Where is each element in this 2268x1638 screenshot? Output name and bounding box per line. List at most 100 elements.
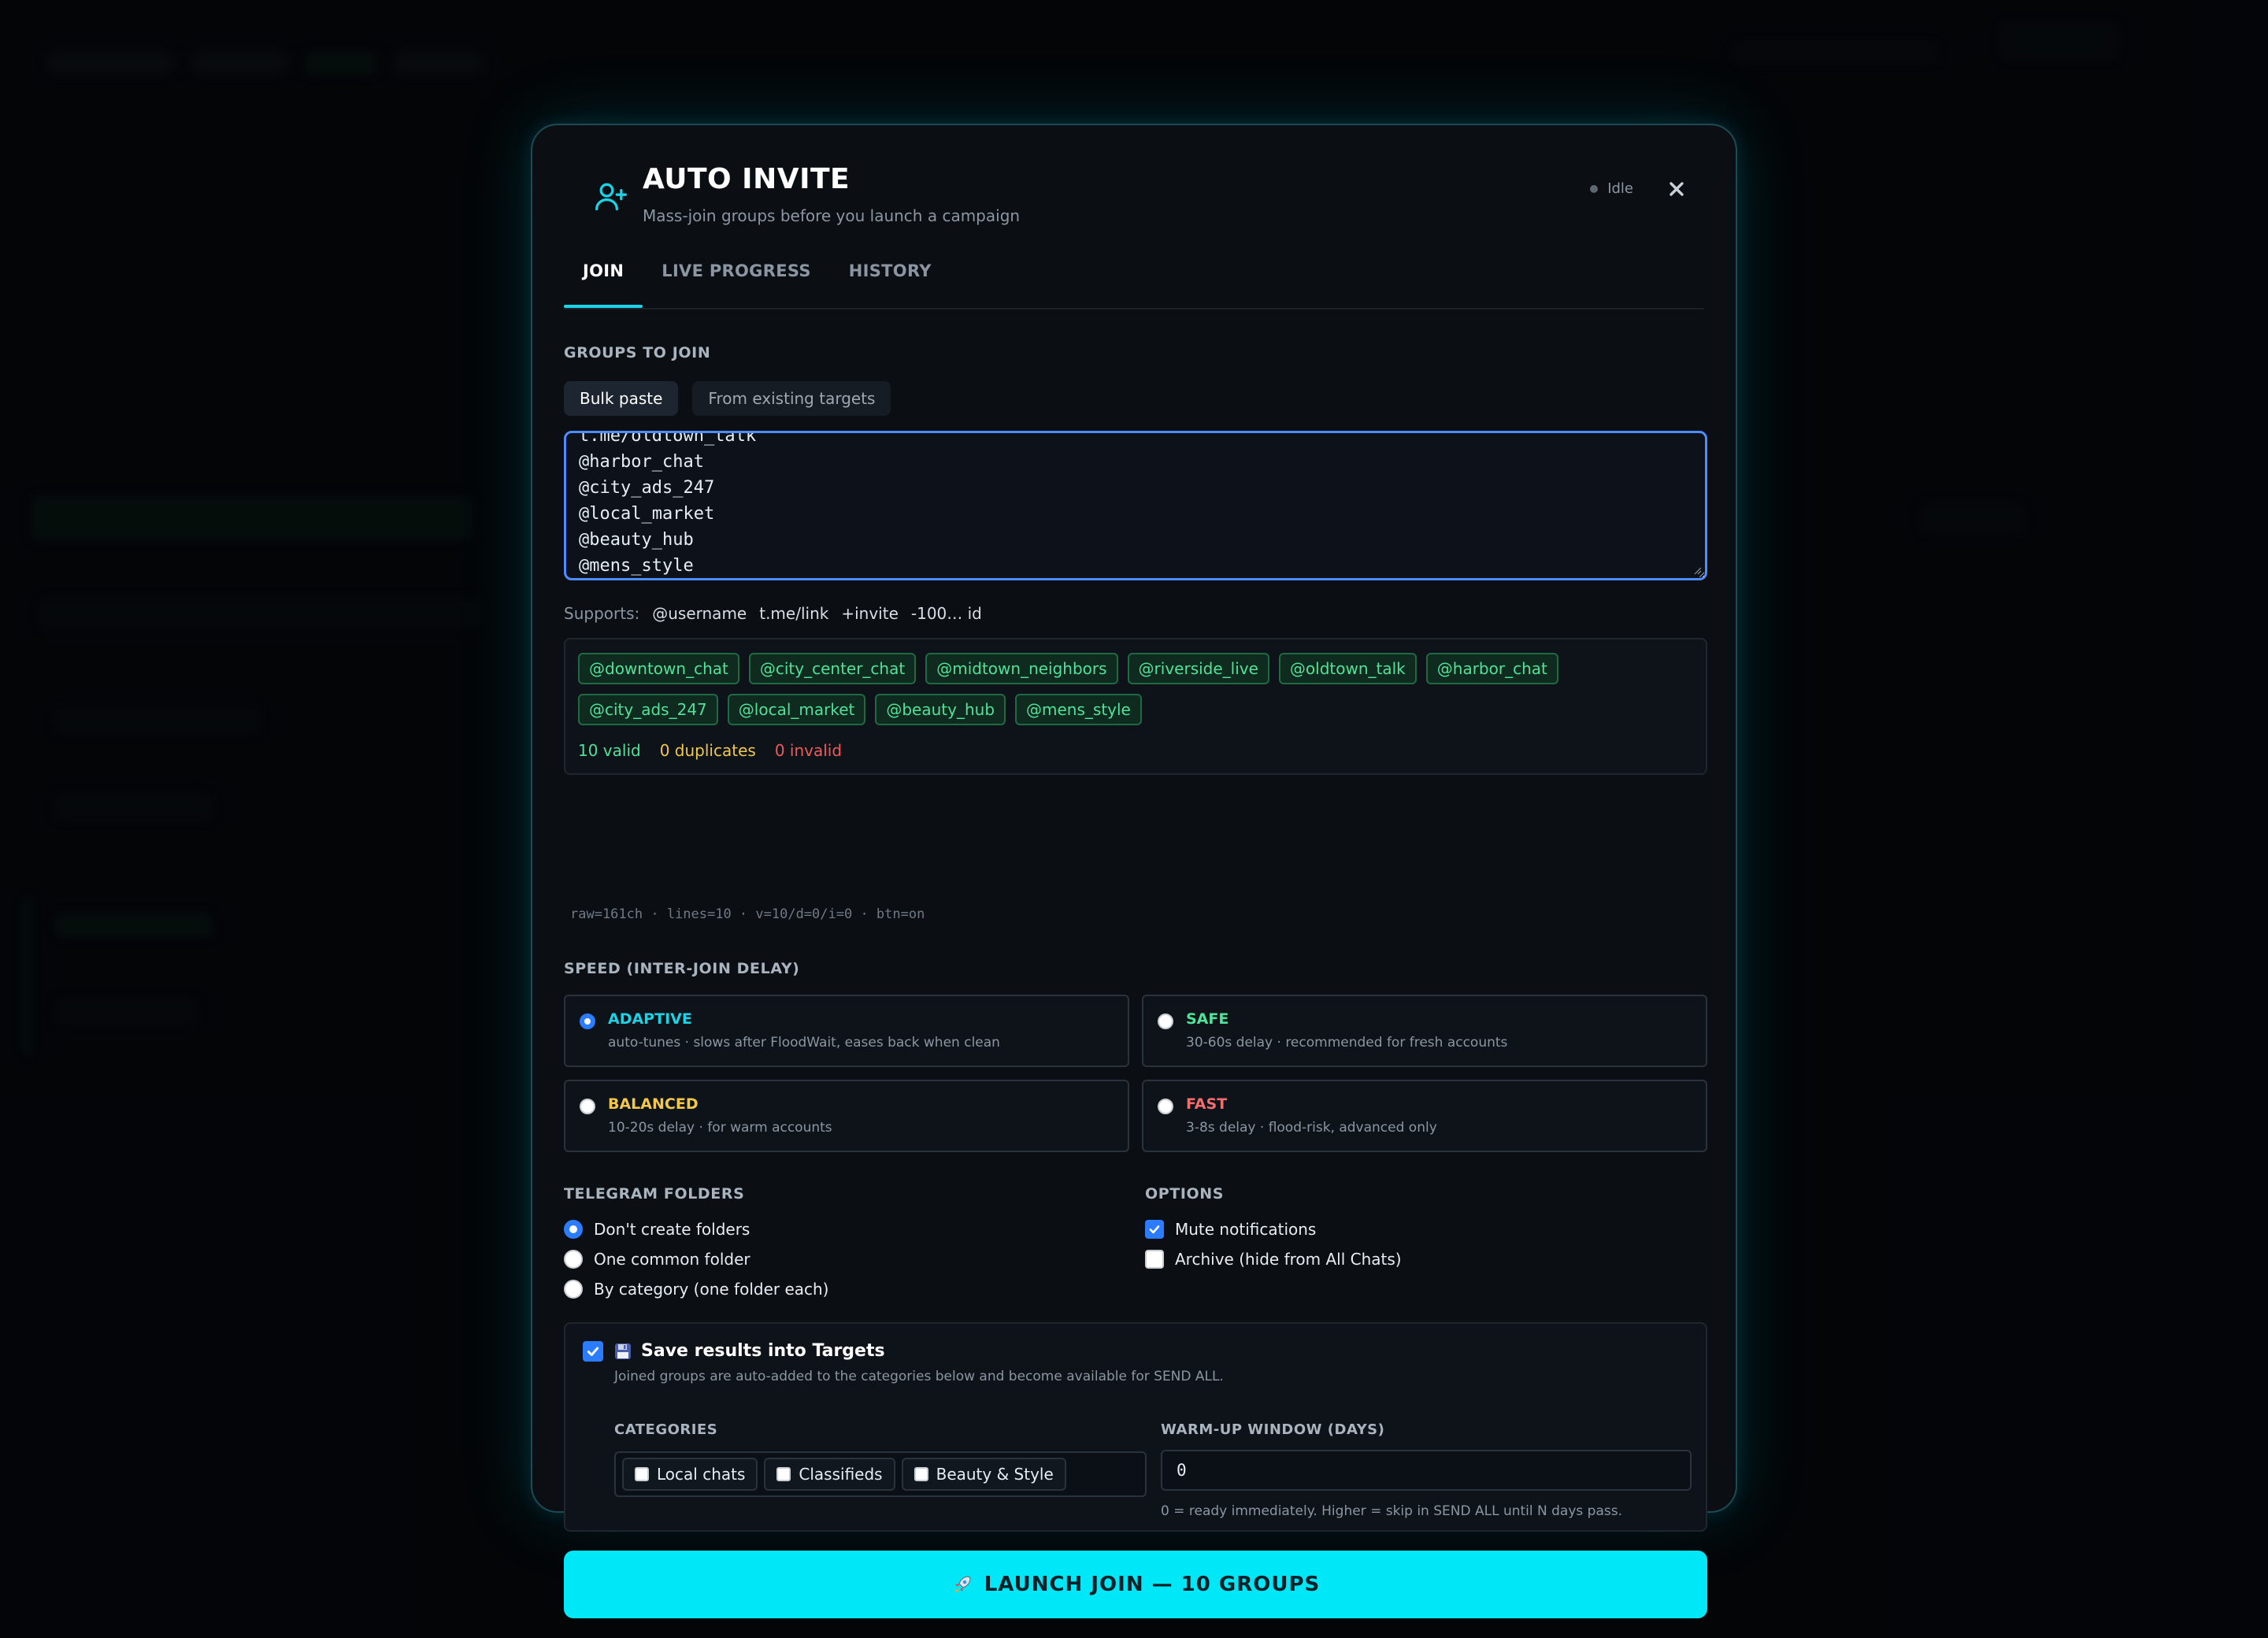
folder-radio[interactable] — [564, 1280, 583, 1299]
format-username: @username — [652, 604, 747, 623]
option-checkboxes: Mute notifications Archive (hide from Al… — [1145, 1220, 1402, 1269]
category-checkbox[interactable] — [914, 1467, 928, 1481]
floppy-disk-icon — [615, 1343, 631, 1359]
group-chip: @local_market — [727, 694, 866, 725]
categories-label: CATEGORIES — [614, 1421, 718, 1438]
speed-option-name: ADAPTIVE — [608, 1010, 692, 1028]
group-chip: @oldtown_talk — [1278, 653, 1417, 684]
category-classifieds[interactable]: Classifieds — [764, 1458, 895, 1491]
format-id: -100… id — [910, 604, 982, 623]
modal-title: AUTO INVITE — [643, 163, 850, 195]
speed-radio[interactable] — [1158, 1014, 1173, 1029]
category-label: Local chats — [657, 1465, 746, 1484]
auto-invite-modal: AUTO INVITE Mass-join groups before you … — [531, 124, 1737, 1618]
textarea-line: @harbor_chat — [579, 452, 704, 472]
speed-radio[interactable] — [580, 1099, 595, 1114]
textarea-line: t.me/oldtown_talk — [579, 431, 757, 446]
speed-option-desc: 30-60s delay · recommended for fresh acc… — [1186, 1035, 1508, 1051]
speed-section-label: SPEED (INTER-JOIN DELAY) — [564, 960, 800, 977]
group-chip: @city_center_chat — [748, 653, 917, 684]
resize-handle-icon[interactable] — [1692, 565, 1702, 575]
options-section-label: OPTIONS — [1145, 1185, 1225, 1203]
close-icon — [1670, 182, 1684, 196]
mute-notifications-option[interactable]: Mute notifications — [1145, 1220, 1402, 1239]
group-chip: @beauty_hub — [875, 694, 1006, 725]
speed-option-name: SAFE — [1186, 1010, 1229, 1028]
save-results-checkbox[interactable] — [583, 1341, 603, 1362]
existing-targets-tab[interactable]: From existing targets — [692, 381, 891, 416]
category-checkbox[interactable] — [776, 1467, 791, 1481]
tab-live-progress[interactable]: LIVE PROGRESS — [643, 235, 829, 306]
save-results-panel: Save results into Targets Joined groups … — [564, 1322, 1707, 1532]
group-chip-list: @downtown_chat @city_center_chat @midtow… — [578, 653, 1602, 725]
tab-join[interactable]: JOIN — [564, 235, 643, 308]
textarea-line: @mens_style — [579, 556, 694, 576]
speed-option-desc: 3-8s delay · flood-risk, advanced only — [1186, 1120, 1437, 1136]
check-icon — [1149, 1225, 1160, 1234]
rocket-icon — [954, 1576, 971, 1592]
groups-textarea[interactable]: t.me/oldtown_talk @harbor_chat @city_ads… — [564, 431, 1707, 580]
category-checkbox[interactable] — [635, 1467, 649, 1481]
category-local-chats[interactable]: Local chats — [622, 1458, 758, 1491]
bulk-paste-tab[interactable]: Bulk paste — [564, 381, 679, 416]
archive-checkbox[interactable] — [1145, 1250, 1164, 1269]
folder-option-label: Don't create folders — [594, 1220, 750, 1239]
launch-join-label: LAUNCH JOIN — 10 GROUPS — [984, 1573, 1321, 1596]
folder-option-by-category[interactable]: By category (one folder each) — [564, 1280, 829, 1299]
speed-option-desc: auto-tunes · slows after FloodWait, ease… — [608, 1035, 1000, 1051]
group-chip: @midtown_neighbors — [925, 653, 1118, 684]
tab-bar: JOIN LIVE PROGRESS HISTORY — [564, 235, 1704, 309]
status-dot — [1590, 184, 1599, 193]
close-button[interactable] — [1663, 176, 1690, 202]
group-chip: @city_ads_247 — [578, 694, 718, 725]
speed-options: ADAPTIVE auto-tunes · slows after FloodW… — [564, 995, 1707, 1152]
warmup-days-input[interactable] — [1161, 1450, 1692, 1491]
supports-label: Supports: — [564, 604, 640, 623]
textarea-line: @city_ads_247 — [579, 478, 715, 498]
category-label: Classifieds — [799, 1465, 883, 1484]
archive-label: Archive (hide from All Chats) — [1175, 1250, 1402, 1269]
group-chip: @downtown_chat — [578, 653, 739, 684]
folder-radio[interactable] — [564, 1220, 583, 1239]
supported-formats: Supports: @username t.me/link +invite -1… — [564, 604, 982, 623]
group-source-tabs: Bulk paste From existing targets — [564, 381, 891, 416]
speed-option-adaptive[interactable]: ADAPTIVE auto-tunes · slows after FloodW… — [564, 995, 1129, 1067]
group-chip: @riverside_live — [1127, 653, 1269, 684]
warmup-window-label: WARM-UP WINDOW (DAYS) — [1161, 1421, 1385, 1438]
duplicates-count: 0 duplicates — [659, 741, 756, 760]
speed-option-desc: 10-20s delay · for warm accounts — [608, 1120, 832, 1136]
validation-counts: 10 valid 0 duplicates 0 invalid — [578, 741, 1693, 760]
speed-option-fast[interactable]: FAST 3-8s delay · flood-risk, advanced o… — [1142, 1080, 1707, 1152]
speed-option-balanced[interactable]: BALANCED 10-20s delay · for warm account… — [564, 1080, 1129, 1152]
folder-option-none[interactable]: Don't create folders — [564, 1220, 829, 1239]
textarea-line: @local_market — [579, 504, 715, 524]
speed-radio[interactable] — [580, 1014, 595, 1029]
speed-radio[interactable] — [1158, 1099, 1173, 1114]
category-beauty-style[interactable]: Beauty & Style — [901, 1458, 1066, 1491]
modal-subtitle: Mass-join groups before you launch a cam… — [643, 206, 1021, 225]
parse-debug-line: raw=161ch · lines=10 · v=10/d=0/i=0 · bt… — [570, 906, 925, 922]
launch-join-button[interactable]: LAUNCH JOIN — 10 GROUPS — [564, 1551, 1707, 1618]
group-chip: @mens_style — [1015, 694, 1142, 725]
add-user-icon — [595, 183, 627, 211]
save-results-title-text: Save results into Targets — [641, 1341, 885, 1361]
format-invite: +invite — [841, 604, 899, 623]
save-results-description: Joined groups are auto-added to the cate… — [614, 1369, 1224, 1384]
mute-notifications-checkbox[interactable] — [1145, 1220, 1164, 1239]
tab-history[interactable]: HISTORY — [830, 235, 951, 306]
save-results-title: Save results into Targets — [614, 1341, 885, 1361]
format-link: t.me/link — [759, 604, 829, 623]
folder-radio[interactable] — [564, 1250, 583, 1269]
folders-section-label: TELEGRAM FOLDERS — [564, 1185, 745, 1203]
group-chip: @harbor_chat — [1425, 653, 1558, 684]
groups-section-label: GROUPS TO JOIN — [564, 344, 711, 361]
warmup-hint: 0 = ready immediately. Higher = skip in … — [1161, 1503, 1622, 1519]
archive-option[interactable]: Archive (hide from All Chats) — [1145, 1250, 1402, 1269]
folder-option-label: One common folder — [594, 1250, 750, 1269]
status-text: Idle — [1607, 180, 1633, 197]
folder-option-common[interactable]: One common folder — [564, 1250, 829, 1269]
textarea-line: @beauty_hub — [579, 530, 694, 550]
modal-header: AUTO INVITE Mass-join groups before you … — [564, 125, 1704, 235]
speed-option-safe[interactable]: SAFE 30-60s delay · recommended for fres… — [1142, 995, 1707, 1067]
status-indicator: Idle — [1590, 180, 1633, 197]
